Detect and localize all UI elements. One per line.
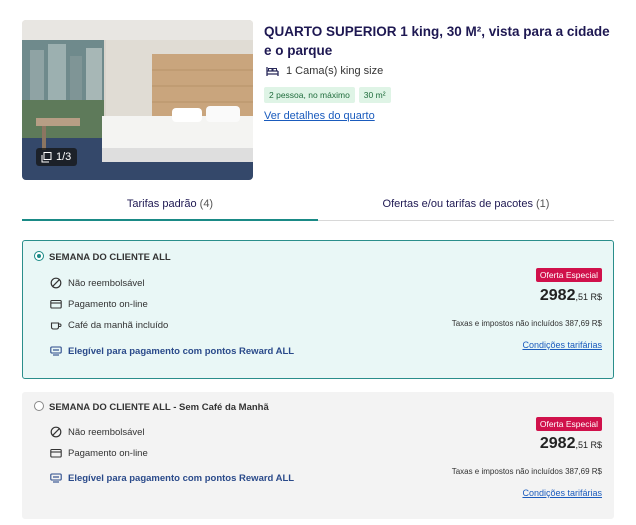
- rate-conditions-link[interactable]: Condições tarifárias: [522, 488, 602, 498]
- reward-points-icon: [50, 473, 62, 483]
- feature-non-refundable: Não reembolsável: [50, 426, 145, 438]
- photo-counter[interactable]: 1/3: [36, 148, 78, 166]
- tab-standard-rates-label: Tarifas padrão: [126, 198, 197, 210]
- feature-label: Não reembolsável: [68, 277, 145, 289]
- tag-room-size: 30 m²: [358, 87, 391, 103]
- taxes-note: Taxas e impostos não incluídos 387,69 R$: [451, 319, 602, 328]
- bed-label: 1 Cama(s) king size: [286, 65, 384, 77]
- reward-label: Elegível para pagamento com pontos Rewar…: [68, 345, 295, 357]
- bed-info: 1 Cama(s) king size: [266, 65, 383, 77]
- feature-online-payment: Pagamento on-line: [50, 447, 148, 459]
- feature-reward-points: Elegível para pagamento com pontos Rewar…: [50, 472, 294, 484]
- no-entry-icon: [50, 426, 62, 438]
- rate-tabs: Tarifas padrão (4) Ofertas e/ou tarifas …: [22, 198, 614, 221]
- reward-points-icon: [50, 346, 62, 356]
- tab-package-offers-count: (1): [536, 198, 550, 210]
- taxes-note: Taxas e impostos não incluídos 387,69 R$: [451, 467, 602, 476]
- tab-standard-rates[interactable]: Tarifas padrão (4): [22, 198, 318, 221]
- feature-online-payment: Pagamento on-line: [50, 298, 148, 310]
- price-decimal: ,51 R$: [575, 292, 602, 302]
- price-integer: 2982: [539, 435, 576, 452]
- room-title: QUARTO SUPERIOR 1 king, 30 M², vista par…: [264, 24, 610, 58]
- special-offer-badge: Oferta Especial: [535, 417, 602, 431]
- tab-package-offers-label: Ofertas e/ou tarifas de pacotes: [382, 198, 533, 210]
- feature-breakfast: Café da manhã incluído: [50, 319, 168, 331]
- reward-label: Elegível para pagamento com pontos Rewar…: [68, 472, 295, 484]
- special-offer-badge: Oferta Especial: [535, 268, 602, 282]
- rate-card[interactable]: SEMANA DO CLIENTE ALL - Sem Café da Manh…: [22, 392, 614, 519]
- gallery-icon: [41, 151, 52, 162]
- credit-card-icon: [50, 299, 62, 309]
- tab-package-offers[interactable]: Ofertas e/ou tarifas de pacotes (1): [318, 198, 614, 221]
- no-entry-icon: [50, 277, 62, 289]
- feature-label: Não reembolsável: [68, 426, 145, 438]
- rate-radio-selected[interactable]: [34, 251, 44, 261]
- tag-max-guests: 2 pessoa, no máximo: [264, 87, 355, 103]
- price-decimal: ,51 R$: [575, 440, 602, 450]
- room-details-link[interactable]: Ver detalhes do quarto: [264, 110, 375, 122]
- rate-price: 2982,51 R$: [540, 287, 602, 305]
- feature-reward-points: Elegível para pagamento com pontos Rewar…: [50, 345, 294, 357]
- feature-label: Pagamento on-line: [68, 447, 148, 459]
- feature-label: Café da manhã incluído: [68, 319, 169, 331]
- credit-card-icon: [50, 448, 62, 458]
- rate-price: 2982,51 R$: [540, 435, 602, 453]
- photo-counter-text: 1/3: [56, 151, 72, 163]
- coffee-cup-icon: [50, 322, 62, 330]
- feature-non-refundable: Não reembolsável: [50, 277, 145, 289]
- rate-conditions-link[interactable]: Condições tarifárias: [522, 340, 602, 350]
- price-integer: 2982: [539, 287, 576, 304]
- bed-icon: [266, 66, 279, 76]
- tab-standard-rates-count: (4): [199, 198, 214, 210]
- feature-label: Pagamento on-line: [68, 298, 148, 310]
- rate-radio[interactable]: [34, 401, 44, 411]
- room-tags: 2 pessoa, no máximo 30 m²: [264, 87, 391, 103]
- rate-card[interactable]: SEMANA DO CLIENTE ALL Não reembolsável P…: [22, 240, 614, 379]
- room-photo[interactable]: 1/3: [22, 20, 253, 180]
- rate-name: SEMANA DO CLIENTE ALL: [49, 252, 171, 263]
- rate-name: SEMANA DO CLIENTE ALL - Sem Café da Manh…: [49, 402, 269, 413]
